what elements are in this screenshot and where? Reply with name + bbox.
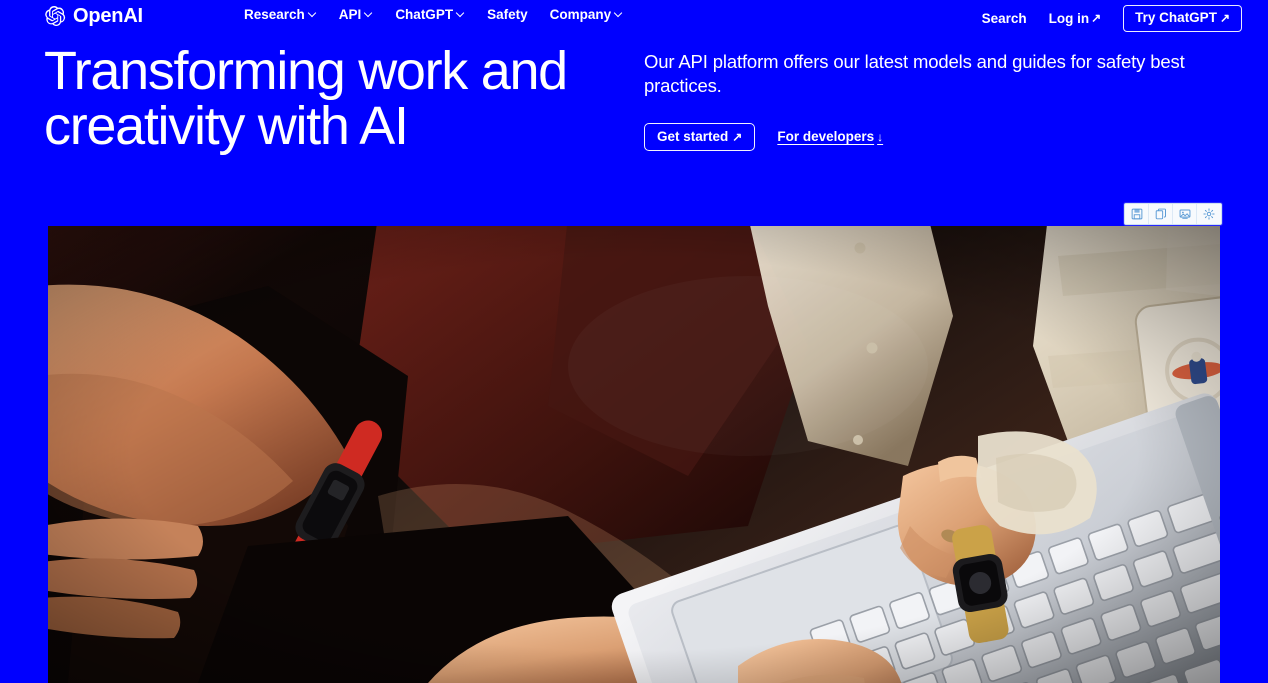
arrow-up-right-icon: ↗ xyxy=(1219,10,1230,25)
nav-item-safety[interactable]: Safety xyxy=(487,8,528,22)
brand-name: OpenAI xyxy=(73,5,143,27)
chevron-down-icon xyxy=(614,9,623,18)
login-link[interactable]: Log in ↗ xyxy=(1048,10,1102,26)
nav-item-research[interactable]: Research xyxy=(244,8,317,22)
top-navigation-bar: OpenAI Research API ChatGPT Safety Compa… xyxy=(0,0,1268,34)
nav-item-company[interactable]: Company xyxy=(550,8,624,22)
chevron-down-icon xyxy=(308,9,317,18)
nav-item-chatgpt[interactable]: ChatGPT xyxy=(395,8,465,22)
secondary-nav-links: Search Log in ↗ Try ChatGPT ↗ xyxy=(982,5,1242,32)
openai-homepage: OpenAI Research API ChatGPT Safety Compa… xyxy=(0,0,1268,683)
openai-logo-icon xyxy=(44,5,66,27)
copy-icon[interactable] xyxy=(1149,204,1173,224)
for-developers-label: For developers xyxy=(777,129,875,145)
page-title-line-1: Transforming work and xyxy=(44,41,568,101)
nav-item-api[interactable]: API xyxy=(339,8,374,22)
page-title: Transforming work and creativity with AI xyxy=(44,41,644,157)
search-label: Search xyxy=(981,10,1027,26)
chevron-down-icon xyxy=(364,9,373,18)
nav-label-safety: Safety xyxy=(487,7,528,22)
image-icon[interactable] xyxy=(1173,204,1197,224)
settings-gear-icon[interactable] xyxy=(1197,204,1221,224)
chevron-down-icon xyxy=(456,9,465,18)
try-chatgpt-label: Try ChatGPT xyxy=(1135,10,1217,25)
hero-image xyxy=(48,226,1220,683)
nav-label-api: API xyxy=(338,7,362,22)
search-button[interactable]: Search xyxy=(981,10,1027,26)
arrow-down-icon: ↓ xyxy=(877,130,884,145)
primary-nav-links: Research API ChatGPT Safety Company xyxy=(244,8,623,22)
page-title-line-2: creativity with AI xyxy=(44,96,409,157)
arrow-up-right-icon: ↗ xyxy=(732,129,743,144)
hero-right-column: Our API platform offers our latest model… xyxy=(644,50,1219,152)
save-icon[interactable] xyxy=(1125,204,1149,224)
nav-label-research: Research xyxy=(244,7,305,22)
get-started-button[interactable]: Get started ↗ xyxy=(644,122,756,152)
brand-logo[interactable]: OpenAI xyxy=(44,5,143,27)
login-label: Log in xyxy=(1048,10,1090,26)
image-toolbar xyxy=(1124,203,1222,225)
try-chatgpt-button[interactable]: Try ChatGPT ↗ xyxy=(1123,5,1242,32)
hero-subtitle: Our API platform offers our latest model… xyxy=(644,51,1185,97)
nav-label-chatgpt: ChatGPT xyxy=(395,7,454,22)
nav-label-company: Company xyxy=(549,7,612,22)
arrow-up-right-icon: ↗ xyxy=(1091,11,1102,26)
get-started-label: Get started xyxy=(657,128,729,144)
hero-action-row: Get started ↗ For developers ↓ xyxy=(644,122,1219,152)
for-developers-link[interactable]: For developers ↓ xyxy=(777,130,883,144)
